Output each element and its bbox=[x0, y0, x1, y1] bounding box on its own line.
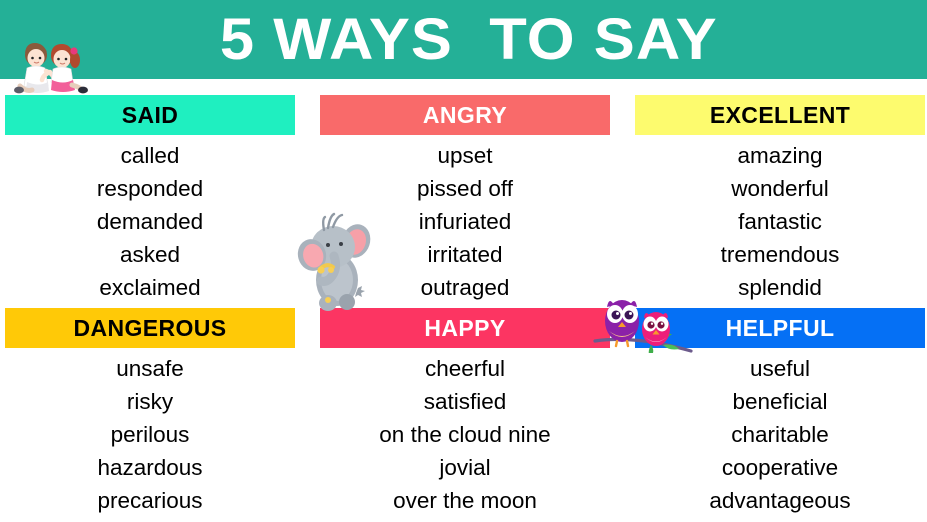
list-item: responded bbox=[96, 176, 204, 201]
list-item: useful bbox=[749, 356, 811, 381]
category-block-happy: HAPPY cheerful satisfied on the cloud ni… bbox=[320, 308, 610, 517]
list-item: fantastic bbox=[738, 209, 822, 234]
list-item: charitable bbox=[731, 422, 829, 447]
list-item: wonderful bbox=[731, 176, 829, 201]
word-list-happy: cheerful satisfied on the cloud nine jov… bbox=[320, 348, 610, 517]
category-header-excellent: EXCELLENT bbox=[635, 95, 925, 135]
list-item: precarious bbox=[97, 488, 203, 513]
word-list-helpful: useful beneficial charitable cooperative… bbox=[635, 348, 925, 517]
header-banner: 5 WAYS TO SAY bbox=[0, 0, 927, 79]
word-list-dangerous: unsafe risky perilous hazardous precario… bbox=[5, 348, 295, 517]
list-item: cheerful bbox=[424, 356, 506, 381]
list-item: irritated bbox=[427, 242, 503, 267]
list-item: over the moon bbox=[393, 488, 537, 513]
list-item: unsafe bbox=[116, 356, 184, 381]
list-item: advantageous bbox=[709, 488, 851, 513]
list-item: beneficial bbox=[732, 389, 828, 414]
category-block-angry: ANGRY upset pissed off infuriated irrita… bbox=[320, 95, 610, 304]
list-item: tremendous bbox=[720, 242, 840, 267]
list-item: risky bbox=[126, 389, 174, 414]
page-title: 5 WAYS TO SAY bbox=[219, 6, 718, 72]
list-item: amazing bbox=[737, 143, 823, 168]
list-item: upset bbox=[437, 143, 493, 168]
category-header-angry: ANGRY bbox=[320, 95, 610, 135]
category-header-helpful: HELPFUL bbox=[635, 308, 925, 348]
category-label: HELPFUL bbox=[725, 314, 835, 341]
list-item: exclaimed bbox=[99, 275, 201, 300]
list-item: hazardous bbox=[97, 455, 203, 480]
word-list-excellent: amazing wonderful fantastic tremendous s… bbox=[635, 135, 925, 304]
category-block-said: SAID called responded demanded asked exc… bbox=[5, 95, 295, 304]
list-item: outraged bbox=[420, 275, 510, 300]
categories-grid: SAID called responded demanded asked exc… bbox=[0, 79, 927, 522]
category-label: HAPPY bbox=[424, 314, 506, 341]
list-item: asked bbox=[119, 242, 181, 267]
category-header-dangerous: DANGEROUS bbox=[5, 308, 295, 348]
list-item: demanded bbox=[96, 209, 204, 234]
category-label: SAID bbox=[121, 101, 179, 128]
category-block-helpful: HELPFUL useful beneficial charitable coo… bbox=[635, 308, 925, 517]
category-label: DANGEROUS bbox=[73, 314, 227, 341]
list-item: called bbox=[120, 143, 180, 168]
list-item: pissed off bbox=[417, 176, 513, 201]
category-label: EXCELLENT bbox=[709, 101, 851, 128]
category-header-happy: HAPPY bbox=[320, 308, 610, 348]
category-block-dangerous: DANGEROUS unsafe risky perilous hazardou… bbox=[5, 308, 295, 517]
list-item: infuriated bbox=[418, 209, 512, 234]
list-item: jovial bbox=[439, 455, 491, 480]
list-item: cooperative bbox=[721, 455, 839, 480]
list-item: on the cloud nine bbox=[379, 422, 551, 447]
word-list-angry: upset pissed off infuriated irritated ou… bbox=[320, 135, 610, 304]
list-item: perilous bbox=[110, 422, 190, 447]
category-block-excellent: EXCELLENT amazing wonderful fantastic tr… bbox=[635, 95, 925, 304]
word-list-said: called responded demanded asked exclaime… bbox=[5, 135, 295, 304]
list-item: splendid bbox=[738, 275, 822, 300]
category-label: ANGRY bbox=[422, 101, 508, 128]
list-item: satisfied bbox=[423, 389, 507, 414]
category-header-said: SAID bbox=[5, 95, 295, 135]
